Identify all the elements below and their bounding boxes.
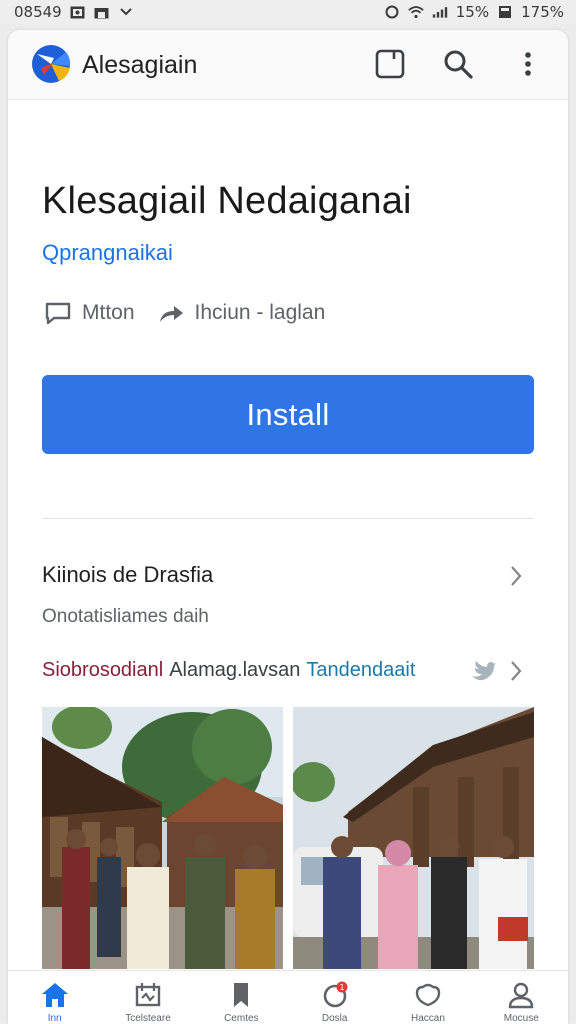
- forward-icon: [159, 306, 183, 322]
- more-options-button[interactable]: [508, 44, 548, 84]
- bookmark-icon: [234, 983, 249, 1007]
- gift-icon: [415, 983, 441, 1007]
- meta-item-label: Mtton: [82, 301, 135, 324]
- nav-item-account[interactable]: Mocuse: [481, 981, 561, 1024]
- section-chevron-icon[interactable]: [506, 564, 526, 588]
- nav-item-apps[interactable]: Tcelsteare: [108, 981, 188, 1024]
- status-right-value: 175%: [521, 3, 564, 21]
- app-bar-title: Alesagiain: [82, 51, 198, 79]
- search-button[interactable]: [438, 44, 478, 84]
- chevron-down-icon: [118, 5, 134, 19]
- install-button[interactable]: Install: [42, 375, 534, 454]
- nav-label: Inn: [47, 1013, 62, 1024]
- battery-icon: [497, 5, 513, 19]
- nav-item-notifications[interactable]: 1 Dosla: [295, 981, 375, 1024]
- status-time: 08549: [14, 3, 62, 21]
- home-icon: [41, 983, 68, 1007]
- screenshot-thumbnail[interactable]: [293, 707, 534, 969]
- meta-item-share[interactable]: Ihciun - laglan: [157, 301, 326, 325]
- nav-label: Dosla: [321, 1013, 348, 1024]
- nav-item-home[interactable]: Inn: [15, 981, 95, 1024]
- meta-item-comment[interactable]: Mtton: [44, 301, 135, 325]
- meta-row: Mtton Ihciun - laglan: [44, 298, 347, 328]
- bird-share-icon[interactable]: [470, 658, 496, 684]
- app-bar: Alesagiain: [8, 30, 568, 100]
- developer-link[interactable]: Qprangnaikai: [42, 240, 173, 266]
- store-page: Alesagiain Klesagiail Nedaiganai Qprangn…: [8, 30, 568, 1024]
- store-logo-icon[interactable]: [31, 44, 71, 84]
- section-subtitle: Onotatisliames daih: [42, 606, 209, 627]
- more-vert-icon: [525, 52, 531, 76]
- tag-label[interactable]: Tandendaait: [306, 659, 415, 682]
- tag-label[interactable]: Alamag.lavsan: [169, 659, 300, 682]
- status-left: 08549: [14, 3, 134, 21]
- account-icon: [509, 982, 534, 1009]
- bottom-nav: Inn Tcelsteare Cemtes 1 Dosla Haccan Moc…: [8, 970, 568, 1024]
- tab-icon: [375, 49, 405, 79]
- screenshot-thumbnail[interactable]: [42, 707, 283, 969]
- nav-label: Tcelsteare: [125, 1013, 171, 1024]
- tab-switch-button[interactable]: [370, 44, 410, 84]
- app-title: Klesagiail Nedaiganai: [42, 180, 412, 222]
- store-icon: [94, 5, 110, 19]
- screenshot-gallery: [42, 707, 534, 969]
- search-icon: [444, 50, 473, 79]
- nav-item-gift[interactable]: Haccan: [388, 981, 468, 1024]
- battery-percent: 15%: [455, 3, 490, 21]
- nav-label: Mocuse: [503, 1013, 539, 1024]
- signal-icon: [432, 5, 448, 19]
- tags-row: Siobrosodianl Alamag.lavsan Tandendaait: [42, 659, 415, 682]
- photo-icon: [70, 5, 86, 19]
- nav-item-saved[interactable]: Cemtes: [201, 981, 281, 1024]
- alarm-icon: [384, 5, 400, 19]
- apps-icon: [135, 983, 161, 1007]
- nav-label: Cemtes: [224, 1013, 259, 1024]
- tags-chevron-icon[interactable]: [506, 659, 526, 683]
- meta-item-label: Ihciun - laglan: [194, 301, 326, 324]
- nav-label: Haccan: [411, 1013, 445, 1024]
- tag-label[interactable]: Siobrosodianl: [42, 659, 163, 682]
- svg-text:1: 1: [339, 983, 344, 992]
- status-bar: 08549 15% 175%: [0, 0, 576, 24]
- divider: [42, 518, 534, 519]
- wifi-icon: [408, 5, 424, 19]
- comment-icon: [45, 302, 71, 325]
- status-right: 15% 175%: [384, 3, 564, 21]
- notification-icon: 1: [323, 981, 348, 1008]
- section-title[interactable]: Kiinois de Drasfia: [42, 562, 213, 588]
